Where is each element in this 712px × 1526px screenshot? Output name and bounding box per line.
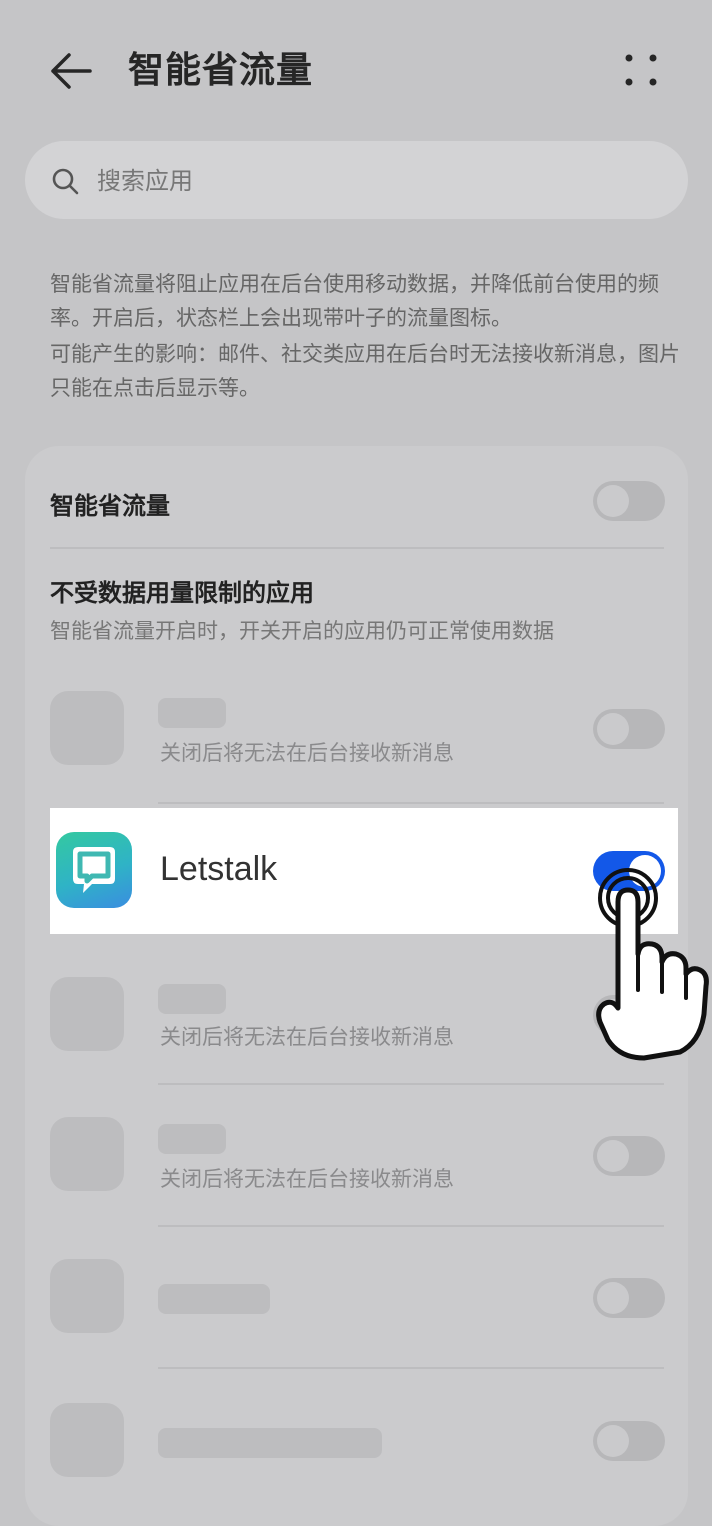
- arrow-left-icon[interactable]: [48, 48, 94, 94]
- app-name-placeholder: [158, 1284, 270, 1314]
- divider: [158, 802, 664, 804]
- toggle-knob: [597, 1282, 629, 1314]
- highlighted-app-row: Letstalk: [50, 808, 678, 934]
- smart-saver-label: 智能省流量: [50, 492, 170, 520]
- toggle-knob: [597, 999, 629, 1031]
- app-toggle[interactable]: [593, 995, 665, 1035]
- page-title: 智能省流量: [128, 50, 314, 91]
- toggle-knob: [597, 485, 629, 517]
- app-name-placeholder: [158, 1124, 226, 1154]
- settings-card: [25, 446, 688, 1526]
- app-icon: [50, 977, 124, 1051]
- app-icon: [50, 1259, 124, 1333]
- app-icon: [50, 1403, 124, 1477]
- smart-saver-toggle[interactable]: [593, 481, 665, 521]
- app-toggle[interactable]: [593, 1421, 665, 1461]
- app-toggle[interactable]: [593, 709, 665, 749]
- toggle-knob: [629, 855, 661, 887]
- divider: [158, 1367, 664, 1369]
- app-name-placeholder: [158, 1428, 382, 1458]
- divider: [50, 547, 664, 549]
- search-icon: [51, 167, 79, 195]
- divider: [158, 1083, 664, 1085]
- search-input[interactable]: [95, 159, 659, 203]
- search-bar[interactable]: [25, 141, 688, 219]
- unrestricted-apps-title: 不受数据用量限制的应用: [50, 579, 314, 607]
- divider: [158, 1225, 664, 1227]
- app-name: Letstalk: [160, 850, 278, 888]
- app-name-placeholder: [158, 698, 226, 728]
- description-text-2: 可能产生的影响：邮件、社交类应用在后台时无法接收新消息，图片只能在点击后显示等。: [50, 342, 680, 400]
- toggle-knob: [597, 1140, 629, 1172]
- toggle-knob: [597, 713, 629, 745]
- unrestricted-apps-subtitle: 智能省流量开启时，开关开启的应用仍可正常使用数据: [50, 619, 554, 643]
- app-name-placeholder: [158, 984, 226, 1014]
- app-subtitle: 关闭后将无法在后台接收新消息: [160, 1167, 454, 1191]
- description-text-1: 智能省流量将阻止应用在后台使用移动数据，并降低前台使用的频率。开启后，状态栏上会…: [50, 272, 659, 330]
- app-toggle[interactable]: [593, 1136, 665, 1176]
- app-icon: [50, 691, 124, 765]
- more-dots-icon[interactable]: [618, 48, 664, 94]
- app-toggle[interactable]: [593, 1278, 665, 1318]
- toggle-knob: [597, 1425, 629, 1457]
- app-icon: [50, 1117, 124, 1191]
- top-bar: 智能省流量: [0, 0, 712, 140]
- letstalk-app-icon: [56, 832, 132, 908]
- letstalk-toggle[interactable]: [593, 851, 665, 891]
- app-subtitle: 关闭后将无法在后台接收新消息: [160, 1025, 454, 1049]
- app-subtitle: 关闭后将无法在后台接收新消息: [160, 741, 454, 765]
